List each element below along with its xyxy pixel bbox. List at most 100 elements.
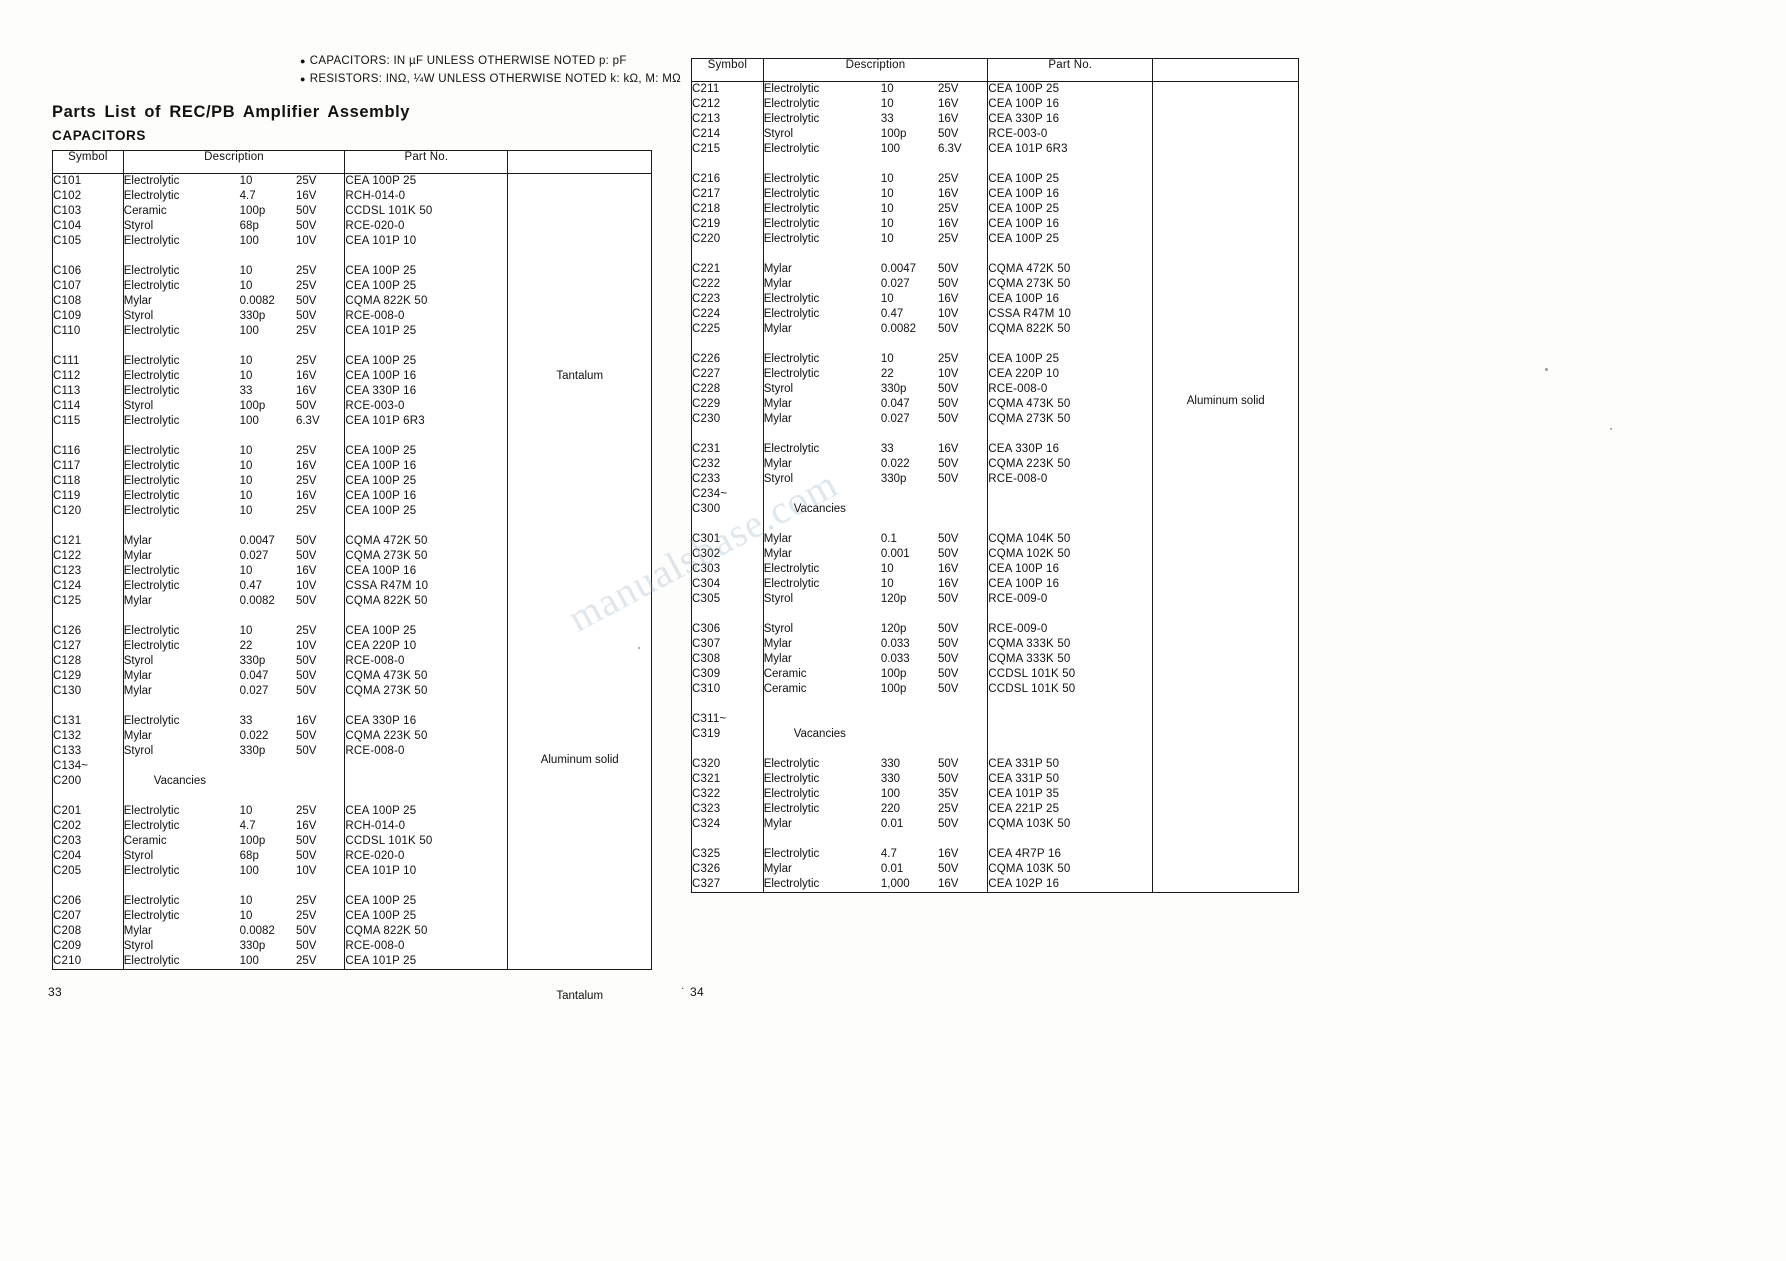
- cell-symbol: C109: [53, 310, 82, 322]
- cell-symbol: C320: [692, 758, 721, 770]
- cell-voltage: 50V: [937, 623, 959, 635]
- table-row: C130: [53, 684, 123, 699]
- cell-type: Electrolytic: [123, 955, 180, 967]
- bullet-icon: ●: [300, 74, 306, 85]
- cell-symbol: C118: [53, 475, 81, 487]
- table-row: CEA 221P 25: [988, 802, 1152, 817]
- row-spacer: [988, 337, 1152, 352]
- cell-type: Electrolytic: [763, 233, 820, 245]
- cell-part-no: CEA 100P 25: [345, 445, 417, 457]
- cell-symbol: C310: [692, 683, 721, 695]
- table-row: C133: [53, 744, 123, 759]
- cell-symbol: C215: [692, 143, 721, 155]
- cell-value: 10: [239, 460, 253, 472]
- table-row: C224: [692, 307, 763, 322]
- cell-symbol: C326: [692, 863, 721, 875]
- cell-value: 10: [880, 563, 894, 575]
- table-row: CEA 101P 10: [345, 864, 507, 879]
- cell-value: 4.7: [239, 820, 256, 832]
- table-row: [988, 727, 1152, 742]
- table-row: C226: [692, 352, 763, 367]
- cell-voltage: 25V: [295, 910, 317, 922]
- cell-symbol: C122: [53, 550, 82, 562]
- cell-type: Electrolytic: [763, 98, 820, 110]
- cell-voltage: 50V: [295, 205, 317, 217]
- cell-type: Electrolytic: [123, 385, 180, 397]
- table-row: Mylar 0.0082 50V: [124, 924, 345, 939]
- row-spacer: [345, 339, 507, 354]
- cell-type: Electrolytic: [123, 490, 180, 502]
- table-row: CQMA 104K 50: [988, 532, 1152, 547]
- table-row: Mylar 0.0082 50V: [124, 294, 345, 309]
- cell-voltage: 10V: [295, 580, 317, 592]
- table-row: C129: [53, 669, 123, 684]
- cell-type: Mylar: [123, 730, 152, 742]
- cell-symbol: C124: [53, 580, 82, 592]
- table-row: C304: [692, 577, 763, 592]
- table-row: Mylar 0.0047 50V: [124, 534, 345, 549]
- row-spacer: [53, 339, 123, 354]
- cell-part-no: CQMA 273K 50: [988, 278, 1071, 290]
- cell-voltage: 50V: [937, 758, 959, 770]
- table-row: Electrolytic 100 35V: [764, 787, 988, 802]
- cell-voltage: 25V: [295, 955, 317, 967]
- cell-voltage: 16V: [295, 190, 317, 202]
- cell-voltage: 16V: [295, 460, 317, 472]
- cell-part-no: CQMA 822K 50: [988, 323, 1071, 335]
- cell-part-no: CQMA 102K 50: [988, 548, 1071, 560]
- table-row: C122: [53, 549, 123, 564]
- cell-value: 100: [239, 865, 259, 877]
- table-row: CCDSL 101K 50: [988, 682, 1152, 697]
- table-row: C118: [53, 474, 123, 489]
- cell-symbol: C228: [692, 383, 721, 395]
- cell-part-no: [988, 727, 1152, 742]
- cell-type: Electrolytic: [123, 325, 180, 337]
- table-row: Mylar 0.1 50V: [764, 532, 988, 547]
- cell-value: [881, 502, 938, 517]
- cell-part-no: CQMA 273K 50: [345, 550, 428, 562]
- cell-value: 0.47: [880, 308, 904, 320]
- cell-voltage: [938, 502, 987, 517]
- part-column: CEA 100P 25 CEA 100P 16 CEA 330P 16 RCE-003…: [987, 81, 1154, 893]
- cell-type: Electrolytic: [763, 578, 820, 590]
- cell-value: 100p: [239, 205, 266, 217]
- cell-type: Electrolytic: [123, 280, 180, 292]
- cell-value: 33: [880, 443, 894, 455]
- table-row: CEA 100P 16: [988, 217, 1152, 232]
- table-row: C116: [53, 444, 123, 459]
- table-row: C229: [692, 397, 763, 412]
- table-row: CEA 220P 10: [988, 367, 1152, 382]
- table-row: RCE-003-0: [988, 127, 1152, 142]
- row-spacer: [345, 699, 507, 714]
- cell-symbol: C227: [692, 368, 721, 380]
- cell-voltage: 50V: [937, 413, 959, 425]
- table-row: Electrolytic 10 25V: [124, 909, 345, 924]
- cell-type: Styrol: [123, 220, 154, 232]
- row-spacer: [53, 609, 123, 624]
- cell-type: Electrolytic: [763, 443, 820, 455]
- table-row: C233: [692, 472, 763, 487]
- table-row: CQMA 472K 50: [988, 262, 1152, 277]
- table-row: C325: [692, 847, 763, 862]
- table-row: C321: [692, 772, 763, 787]
- table-row: RCE-020-0: [345, 219, 507, 234]
- row-spacer: [764, 832, 988, 847]
- cell-value: 330p: [239, 310, 266, 322]
- cell-value: [881, 727, 938, 742]
- cell-value: 330: [880, 773, 901, 785]
- table-row: RCE-008-0: [345, 744, 507, 759]
- cell-voltage: 16V: [937, 443, 959, 455]
- cell-symbol: C106: [53, 265, 82, 277]
- cell-part-no: RCE-009-0: [988, 593, 1048, 605]
- cell-voltage: 50V: [937, 458, 959, 470]
- cell-value: 10: [239, 475, 253, 487]
- cell-symbol: C213: [692, 113, 721, 125]
- cell-voltage: [938, 487, 987, 502]
- table-row: CEA 100P 25: [345, 444, 507, 459]
- cell-voltage: 25V: [937, 83, 959, 95]
- table-row: C113: [53, 384, 123, 399]
- table-row: C126: [53, 624, 123, 639]
- cell-type: Mylar: [763, 533, 792, 545]
- table-row: Electrolytic 22 10V: [764, 367, 988, 382]
- cell-voltage: 50V: [295, 535, 317, 547]
